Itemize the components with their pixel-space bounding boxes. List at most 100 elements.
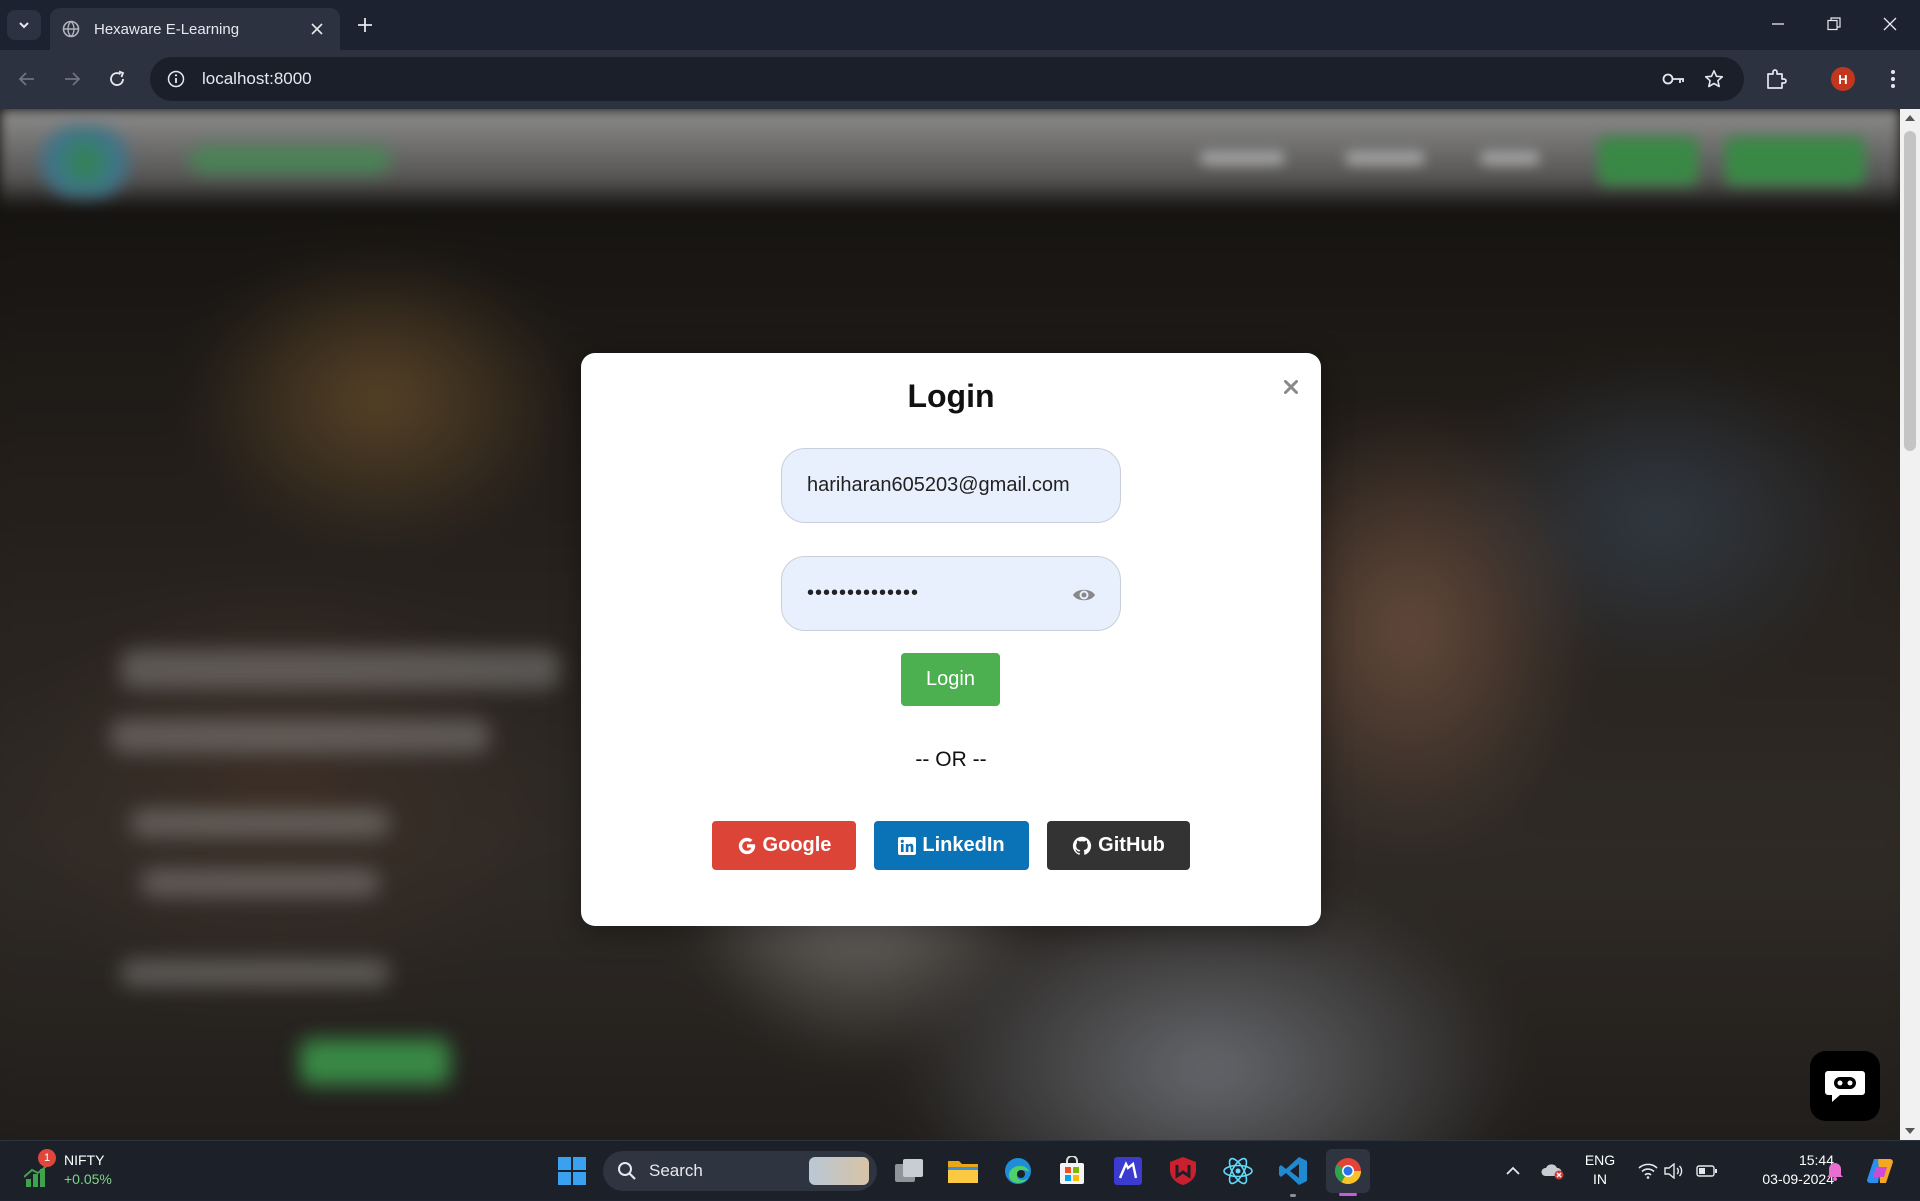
microsoft-store-button[interactable] [1050,1149,1094,1193]
chevron-up-icon [1506,1166,1520,1175]
start-button[interactable] [550,1149,594,1193]
reload-icon [110,70,125,86]
file-explorer-button[interactable] [941,1149,985,1193]
minimize-button[interactable] [1750,0,1806,48]
copilot-button[interactable] [1860,1141,1900,1201]
tab-title: Hexaware E-Learning [94,20,240,38]
tab-close-icon[interactable] [302,14,332,44]
stock-change: +0.05% [64,1171,112,1187]
cloud-error-icon [1541,1164,1564,1180]
email-field[interactable]: hariharan605203@gmail.com [781,448,1121,523]
modal-title: Login [907,378,995,414]
chevron-down-icon [19,22,29,29]
key-icon[interactable] [1654,57,1694,101]
github-label: GitHub [1098,834,1165,856]
forward-button[interactable] [55,62,89,96]
or-divider: -- OR -- [915,748,987,771]
google-label: Google [762,834,832,856]
window-close-button[interactable] [1862,0,1918,48]
task-view-icon [895,1159,923,1182]
volume-button[interactable] [1662,1141,1686,1201]
edge-browser-button[interactable] [996,1149,1040,1193]
plus-icon [358,18,372,32]
minimize-icon [1772,23,1784,25]
chat-bot-button[interactable] [1810,1051,1880,1121]
profile-button[interactable]: H [1824,60,1862,98]
running-indicator [1290,1194,1296,1197]
tab-search-button[interactable] [7,10,41,40]
new-tab-button[interactable] [352,12,378,38]
vscode-button[interactable] [1271,1149,1315,1193]
arrow-right-icon [65,72,81,86]
folder-icon [948,1161,978,1183]
linkedin-login-button[interactable]: LinkedIn [874,821,1029,870]
linkedin-label: LinkedIn [922,834,1005,856]
browser-tab[interactable]: Hexaware E-Learning [50,8,340,50]
bookmark-star-icon[interactable] [1694,57,1734,101]
notifications-button[interactable] [1822,1141,1848,1201]
kebab-menu-icon [1891,70,1895,88]
app-button[interactable] [1106,1149,1150,1193]
region-code: IN [1593,1171,1607,1187]
linkedin-icon [898,836,917,855]
scrollbar-thumb[interactable] [1904,131,1916,451]
language-indicator[interactable]: ENG IN [1570,1151,1630,1189]
onedrive-status-button[interactable] [1538,1141,1566,1201]
speaker-icon [1664,1163,1683,1179]
windows-logo-icon [558,1157,586,1185]
react-atom-icon [1223,1157,1253,1185]
browser-menu-button[interactable] [1874,60,1912,98]
shield-icon [1170,1157,1196,1185]
stock-name: NIFTY [64,1152,105,1168]
avatar: H [1831,67,1855,91]
modal-close-icon[interactable] [1279,375,1303,399]
url-text[interactable]: localhost:8000 [202,69,1654,89]
github-login-button[interactable]: GitHub [1047,821,1190,870]
react-app-button[interactable] [1216,1149,1260,1193]
email-value: hariharan605203@gmail.com [807,474,1070,496]
google-login-button[interactable]: Google [712,821,856,870]
google-icon [738,837,755,854]
battery-icon [1696,1165,1717,1177]
login-button[interactable]: Login [901,653,1000,706]
clock-date: 03-09-2024 [1762,1171,1834,1187]
globe-icon [62,20,80,38]
close-icon [1883,17,1897,31]
password-value: •••••••••••••• [807,582,920,604]
page-viewport: Login hariharan605203@gmail.com ••••••••… [0,109,1900,1140]
page-scrollbar[interactable] [1900,109,1920,1140]
restore-icon [1827,17,1841,31]
search-label: Search [649,1161,703,1180]
restore-button[interactable] [1806,0,1862,48]
mcafee-button[interactable] [1161,1149,1205,1193]
taskbar-search[interactable]: Search [603,1151,877,1191]
system-clock[interactable]: 15:44 03-09-2024 [1728,1151,1834,1189]
address-bar[interactable]: localhost:8000 [150,57,1744,101]
reload-button[interactable] [100,62,134,96]
bell-icon [1827,1163,1843,1181]
edge-icon [1005,1158,1031,1184]
site-info-icon[interactable] [154,57,198,101]
copilot-icon [1867,1159,1893,1183]
chrome-button[interactable] [1326,1149,1370,1193]
login-modal: Login hariharan605203@gmail.com ••••••••… [581,353,1321,926]
store-icon [1060,1156,1084,1184]
task-view-button[interactable] [887,1149,931,1193]
arrow-left-icon [18,72,34,86]
stock-widget[interactable]: 1 NIFTY +0.05% [20,1149,130,1193]
active-app-indicator [1339,1193,1357,1196]
extensions-button[interactable] [1757,60,1795,98]
tray-overflow-button[interactable] [1500,1141,1526,1201]
app-logo-icon [1114,1157,1142,1185]
windows-taskbar: 1 NIFTY +0.05% Search ENG IN 15:44 03-09… [0,1140,1920,1200]
notification-badge: 1 [38,1149,56,1167]
clock-time: 15:44 [1798,1152,1834,1168]
search-icon [618,1162,636,1180]
eye-icon[interactable] [1072,583,1096,607]
scroll-up-arrow-icon[interactable] [1900,109,1920,127]
back-button[interactable] [10,62,44,96]
wifi-button[interactable] [1636,1141,1660,1201]
battery-button[interactable] [1694,1141,1720,1201]
password-field[interactable]: •••••••••••••• [781,556,1121,631]
scroll-down-arrow-icon[interactable] [1900,1122,1920,1140]
